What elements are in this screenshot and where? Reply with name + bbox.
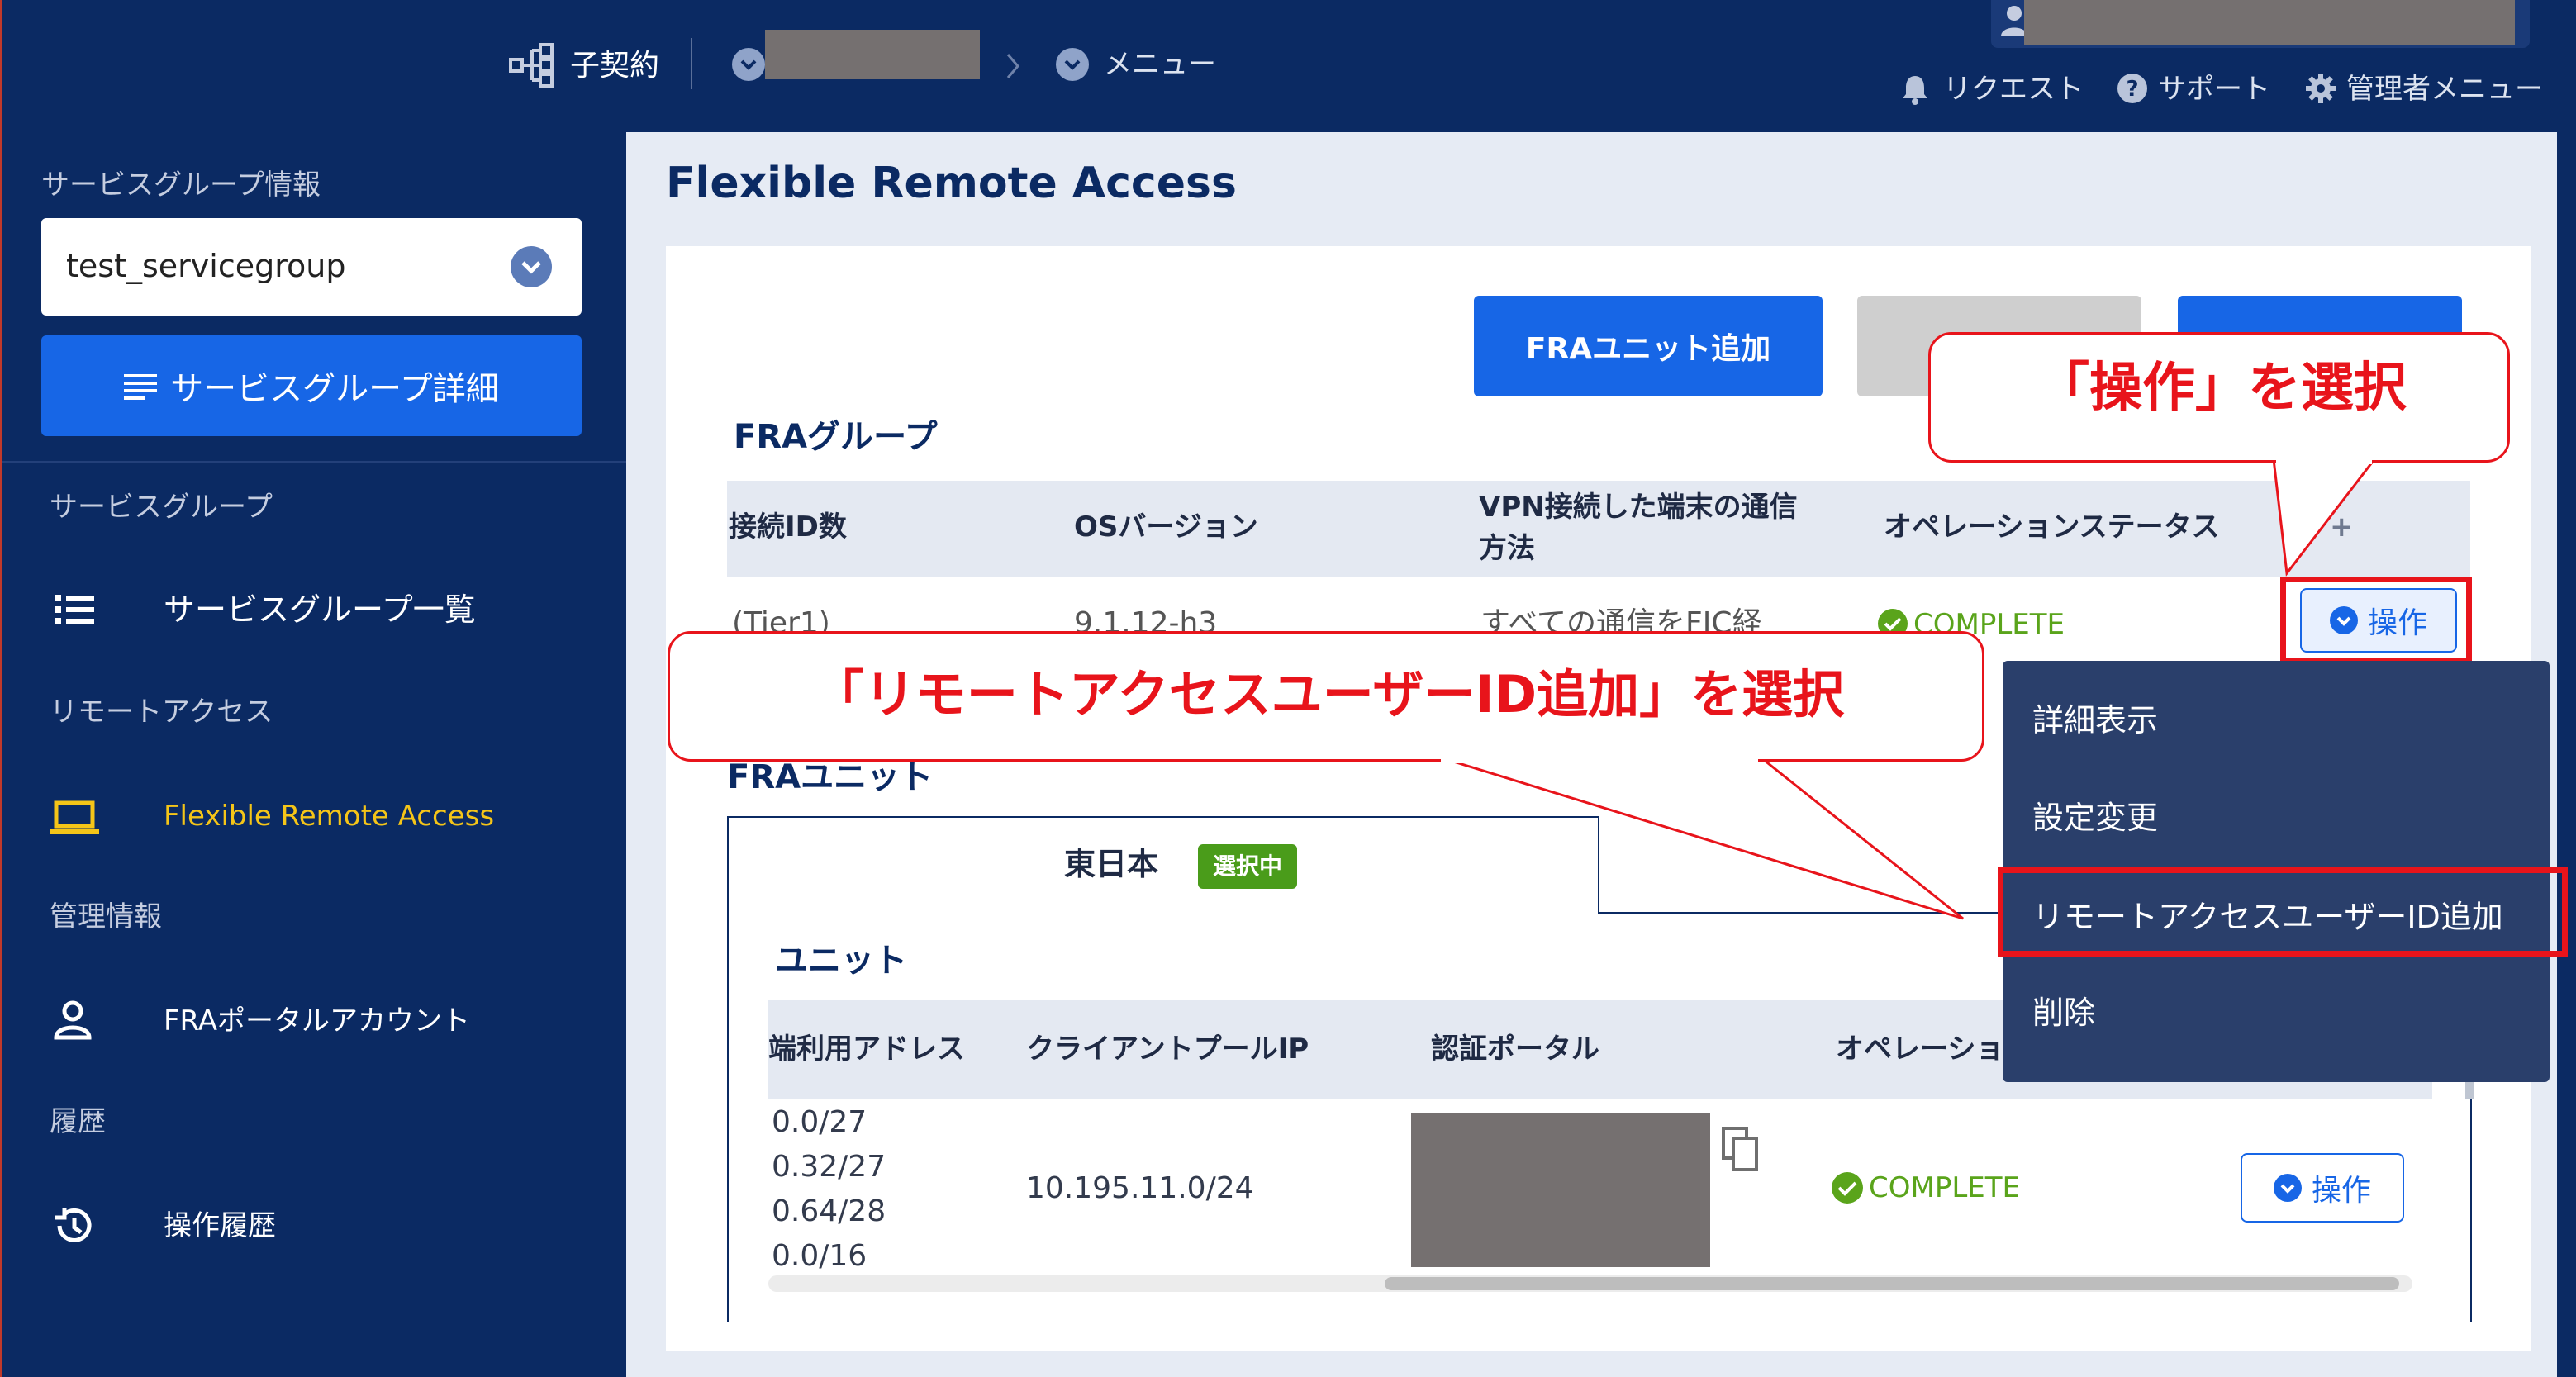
callout-select-operation: 「操作」を選択 <box>1928 332 2510 463</box>
callout-joint-1 <box>2276 458 2372 464</box>
callout-select-operation-text: 「操作」を選択 <box>2037 358 2407 419</box>
callout-joint-2 <box>1441 757 1758 763</box>
callout-select-add-user: 「リモートアクセスユーザーID追加」を選択 <box>668 631 1984 762</box>
left-edge-line <box>0 0 2 1377</box>
callout-select-add-user-text: 「リモートアクセスユーザーID追加」を選択 <box>812 664 1845 724</box>
